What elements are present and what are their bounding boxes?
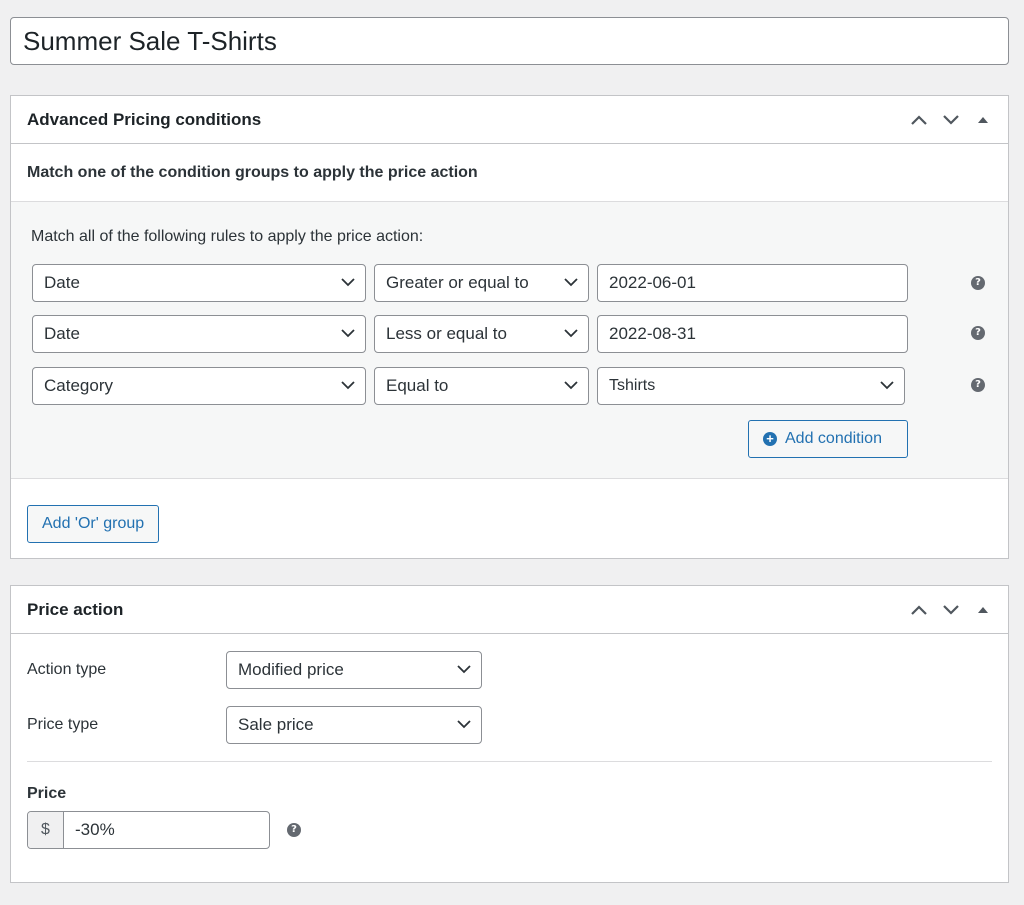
rule-1-operator-select[interactable]: Greater or equal to — [374, 264, 589, 302]
price-action-box: Price action Action type Modified price … — [10, 585, 1009, 883]
plus-circle-icon: + — [763, 432, 777, 446]
price-input-group[interactable]: $ -30% — [27, 811, 270, 849]
chevron-down-icon — [341, 381, 355, 390]
product-title-input[interactable]: Summer Sale T-Shirts — [10, 17, 1009, 65]
chevron-down-icon — [341, 278, 355, 287]
action-type-select[interactable]: Modified price — [226, 651, 482, 689]
price-type-label: Price type — [27, 716, 99, 733]
rule-2-operator-select[interactable]: Less or equal to — [374, 315, 589, 353]
chevron-down-icon — [457, 665, 471, 674]
conditions-box-header: Advanced Pricing conditions — [11, 96, 1008, 144]
currency-prefix: $ — [28, 812, 64, 848]
move-down-icon[interactable] — [942, 604, 960, 616]
condition-group-label: Match all of the following rules to appl… — [31, 228, 424, 245]
move-down-icon[interactable] — [942, 114, 960, 126]
chevron-down-icon — [564, 278, 578, 287]
action-type-label: Action type — [27, 661, 107, 678]
rule-1-value-input[interactable]: 2022-06-01 — [597, 264, 908, 302]
help-icon[interactable]: ? — [971, 276, 985, 290]
chevron-down-icon — [341, 329, 355, 338]
rule-2-field-select[interactable]: Date — [32, 315, 366, 353]
conditions-box-title: Advanced Pricing conditions — [27, 109, 262, 129]
price-type-select[interactable]: Sale price — [226, 706, 482, 744]
help-icon[interactable]: ? — [971, 378, 985, 392]
chevron-down-icon — [564, 329, 578, 338]
rule-3-field-select[interactable]: Category — [32, 367, 366, 405]
rule-3-value-select[interactable]: Tshirts — [597, 367, 905, 405]
condition-group: Match all of the following rules to appl… — [11, 202, 1008, 479]
chevron-down-icon — [457, 720, 471, 729]
move-up-icon[interactable] — [910, 114, 928, 126]
rule-2-value-input[interactable]: 2022-08-31 — [597, 315, 908, 353]
add-or-group-button[interactable]: Add 'Or' group — [27, 505, 160, 543]
help-icon[interactable]: ? — [287, 823, 301, 837]
move-up-icon[interactable] — [910, 604, 928, 616]
collapse-toggle-icon[interactable] — [974, 604, 992, 616]
add-condition-button[interactable]: + Add condition — [748, 420, 908, 458]
rule-3-operator-select[interactable]: Equal to — [374, 367, 589, 405]
price-action-box-title: Price action — [27, 599, 124, 619]
conditions-subtitle: Match one of the condition groups to app… — [11, 144, 1008, 202]
rule-1-field-select[interactable]: Date — [32, 264, 366, 302]
section-divider — [27, 761, 992, 762]
chevron-down-icon — [564, 381, 578, 390]
help-icon[interactable]: ? — [971, 326, 985, 340]
price-input[interactable]: -30% — [64, 812, 115, 848]
chevron-down-icon — [880, 381, 894, 390]
advanced-pricing-conditions-box: Advanced Pricing conditions Match one of… — [10, 95, 1009, 559]
collapse-toggle-icon[interactable] — [974, 114, 992, 126]
price-action-box-header: Price action — [11, 586, 1008, 634]
price-label: Price — [27, 785, 67, 802]
